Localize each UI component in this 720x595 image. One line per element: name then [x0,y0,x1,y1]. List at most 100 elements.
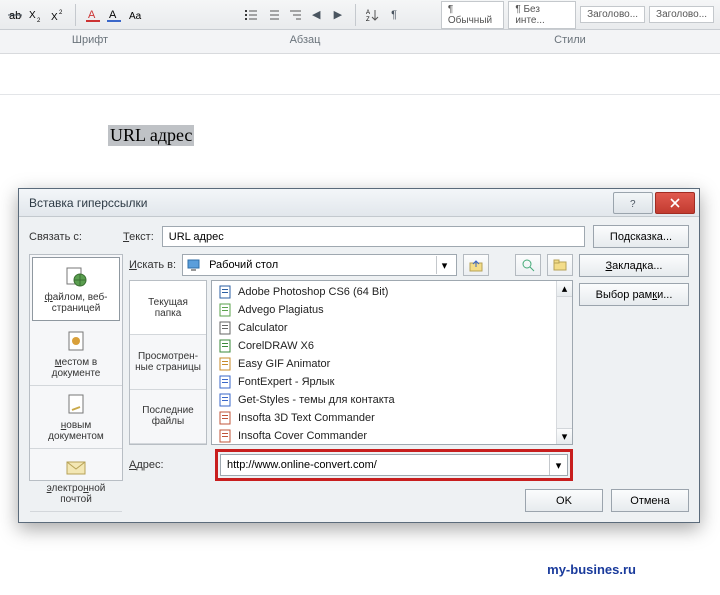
address-label: Адрес: [129,459,207,471]
chevron-down-icon[interactable]: ▾ [436,256,452,274]
style-gallery[interactable]: ¶ Обычный ¶ Без инте... Заголово... Заго… [441,0,714,29]
scroll-up-icon[interactable]: ▴ [557,281,572,297]
change-case-icon[interactable]: Aa [127,6,145,24]
svg-text:2: 2 [37,18,41,22]
file-name: FontExpert - Ярлык [238,376,334,388]
link-to-label: Связать с: [29,231,115,243]
screentip-button[interactable]: Подсказка... [593,225,689,248]
file-item[interactable]: Advego Plagiatus [212,301,556,319]
svg-text:2: 2 [59,10,63,16]
file-item[interactable]: CorelDRAW X6 [212,337,556,355]
file-name: Calculator [238,322,288,334]
svg-text:?: ? [630,199,636,208]
file-list[interactable]: Adobe Photoshop CS6 (64 Bit) Advego Plagi… [211,280,573,445]
file-web-icon [64,264,88,288]
multilevel-icon[interactable] [286,6,304,24]
tab-newdoc-label: новымдокументом [48,420,104,442]
svg-text:A: A [88,9,96,21]
browse-file-button[interactable] [547,254,573,276]
newdoc-icon [64,392,88,416]
side-tab-recent[interactable]: Последние файлы [130,390,206,444]
file-icon [218,429,232,443]
file-icon [218,339,232,353]
watermark: my-busines.ru [547,562,636,577]
style-h2[interactable]: Заголово... [649,6,714,23]
style-nospace[interactable]: ¶ Без инте... [508,1,576,29]
cancel-button[interactable]: Отмена [611,489,689,512]
group-font-label: Шрифт [0,30,180,53]
address-highlight: ▾ [215,449,573,481]
group-para-label: Абзац [180,30,430,53]
style-h1[interactable]: Заголово... [580,6,645,23]
selected-text[interactable]: URL адрес [108,125,194,146]
side-tab-current[interactable]: Текущая папка [130,281,206,335]
file-name: Insofta Cover Commander [238,430,367,442]
file-item[interactable]: Insofta 3D Text Commander [212,409,556,427]
highlight-icon[interactable]: A [105,6,123,24]
file-item[interactable]: Adobe Photoshop CS6 (64 Bit) [212,283,556,301]
svg-text:X: X [29,10,36,21]
superscript-icon[interactable]: X2 [49,6,67,24]
address-combo[interactable]: ▾ [220,454,568,476]
file-name: Easy GIF Animator [238,358,330,370]
strikethrough-icon[interactable]: abc [6,6,24,24]
text-to-display-input[interactable] [162,226,585,247]
file-icon [218,393,232,407]
file-icon [218,375,232,389]
svg-text:X: X [51,12,58,22]
email-icon [64,455,88,479]
decrease-indent-icon[interactable]: ◀ [307,6,325,24]
file-name: Adobe Photoshop CS6 (64 Bit) [238,286,388,298]
address-dropdown-icon[interactable]: ▾ [549,455,567,475]
insert-hyperlink-dialog: Вставка гиперссылки ? Связать с: Текст: … [18,188,700,523]
file-icon [218,303,232,317]
tab-file-web[interactable]: файлом, веб-страницей [32,257,120,321]
dialog-title: Вставка гиперссылки [29,196,611,210]
increase-indent-icon[interactable]: ▶ [329,6,347,24]
browse-web-button[interactable] [515,254,541,276]
ribbon-group-labels: Шрифт Абзац Стили [0,30,720,54]
show-marks-icon[interactable]: ¶ [385,6,403,24]
file-name: Insofta 3D Text Commander [238,412,375,424]
file-item[interactable]: FontExpert - Ярлык [212,373,556,391]
dialog-titlebar[interactable]: Вставка гиперссылки ? [19,189,699,217]
bookmark-button[interactable]: Закладка... [579,254,689,277]
help-button[interactable]: ? [613,192,653,214]
tab-new-doc[interactable]: новымдокументом [30,386,122,449]
file-item[interactable]: Insofta Cover Commander [212,427,556,444]
file-icon [218,321,232,335]
look-in-label: Искать в: [129,259,176,271]
group-styles-label: Стили [430,30,710,53]
close-button[interactable] [655,192,695,214]
font-color-icon[interactable]: A [84,6,102,24]
file-item[interactable]: Get-Styles - темы для контакта [212,391,556,409]
style-normal[interactable]: ¶ Обычный [441,1,504,29]
subscript-icon[interactable]: X2 [28,6,46,24]
svg-text:Aa: Aa [129,11,142,22]
place-icon [64,329,88,353]
look-in-combo[interactable]: Рабочий стол ▾ [182,254,457,276]
tab-file-web-label: файлом, веб-страницей [44,292,107,314]
up-folder-button[interactable] [463,254,489,276]
sort-icon[interactable]: AZ [364,6,382,24]
file-icon [218,411,232,425]
target-frame-button[interactable]: Выбор рамки... [579,283,689,306]
link-to-tabs: файлом, веб-страницей местом вдокументе … [29,254,123,481]
scroll-down-icon[interactable]: ▾ [557,428,572,444]
side-tab-browsed[interactable]: Просмотрен-ные страницы [130,335,206,389]
ribbon-toolbar: abc X2 X2 A A Aa ◀ ▶ AZ ¶ ¶ Обычный ¶ Бе… [0,0,720,30]
bullets-icon[interactable] [243,6,261,24]
desktop-icon [187,257,203,273]
file-name: Advego Plagiatus [238,304,324,316]
address-input[interactable] [221,459,549,471]
svg-text:A: A [366,10,370,16]
tab-place-in-doc[interactable]: местом вдокументе [30,323,122,386]
file-list-scrollbar[interactable]: ▴ ▾ [556,281,572,444]
svg-text:A: A [109,9,117,21]
file-item[interactable]: Calculator [212,319,556,337]
ok-button[interactable]: OK [525,489,603,512]
look-in-value: Рабочий стол [209,259,278,271]
file-name: CorelDRAW X6 [238,340,314,352]
file-item[interactable]: Easy GIF Animator [212,355,556,373]
numbering-icon[interactable] [264,6,282,24]
